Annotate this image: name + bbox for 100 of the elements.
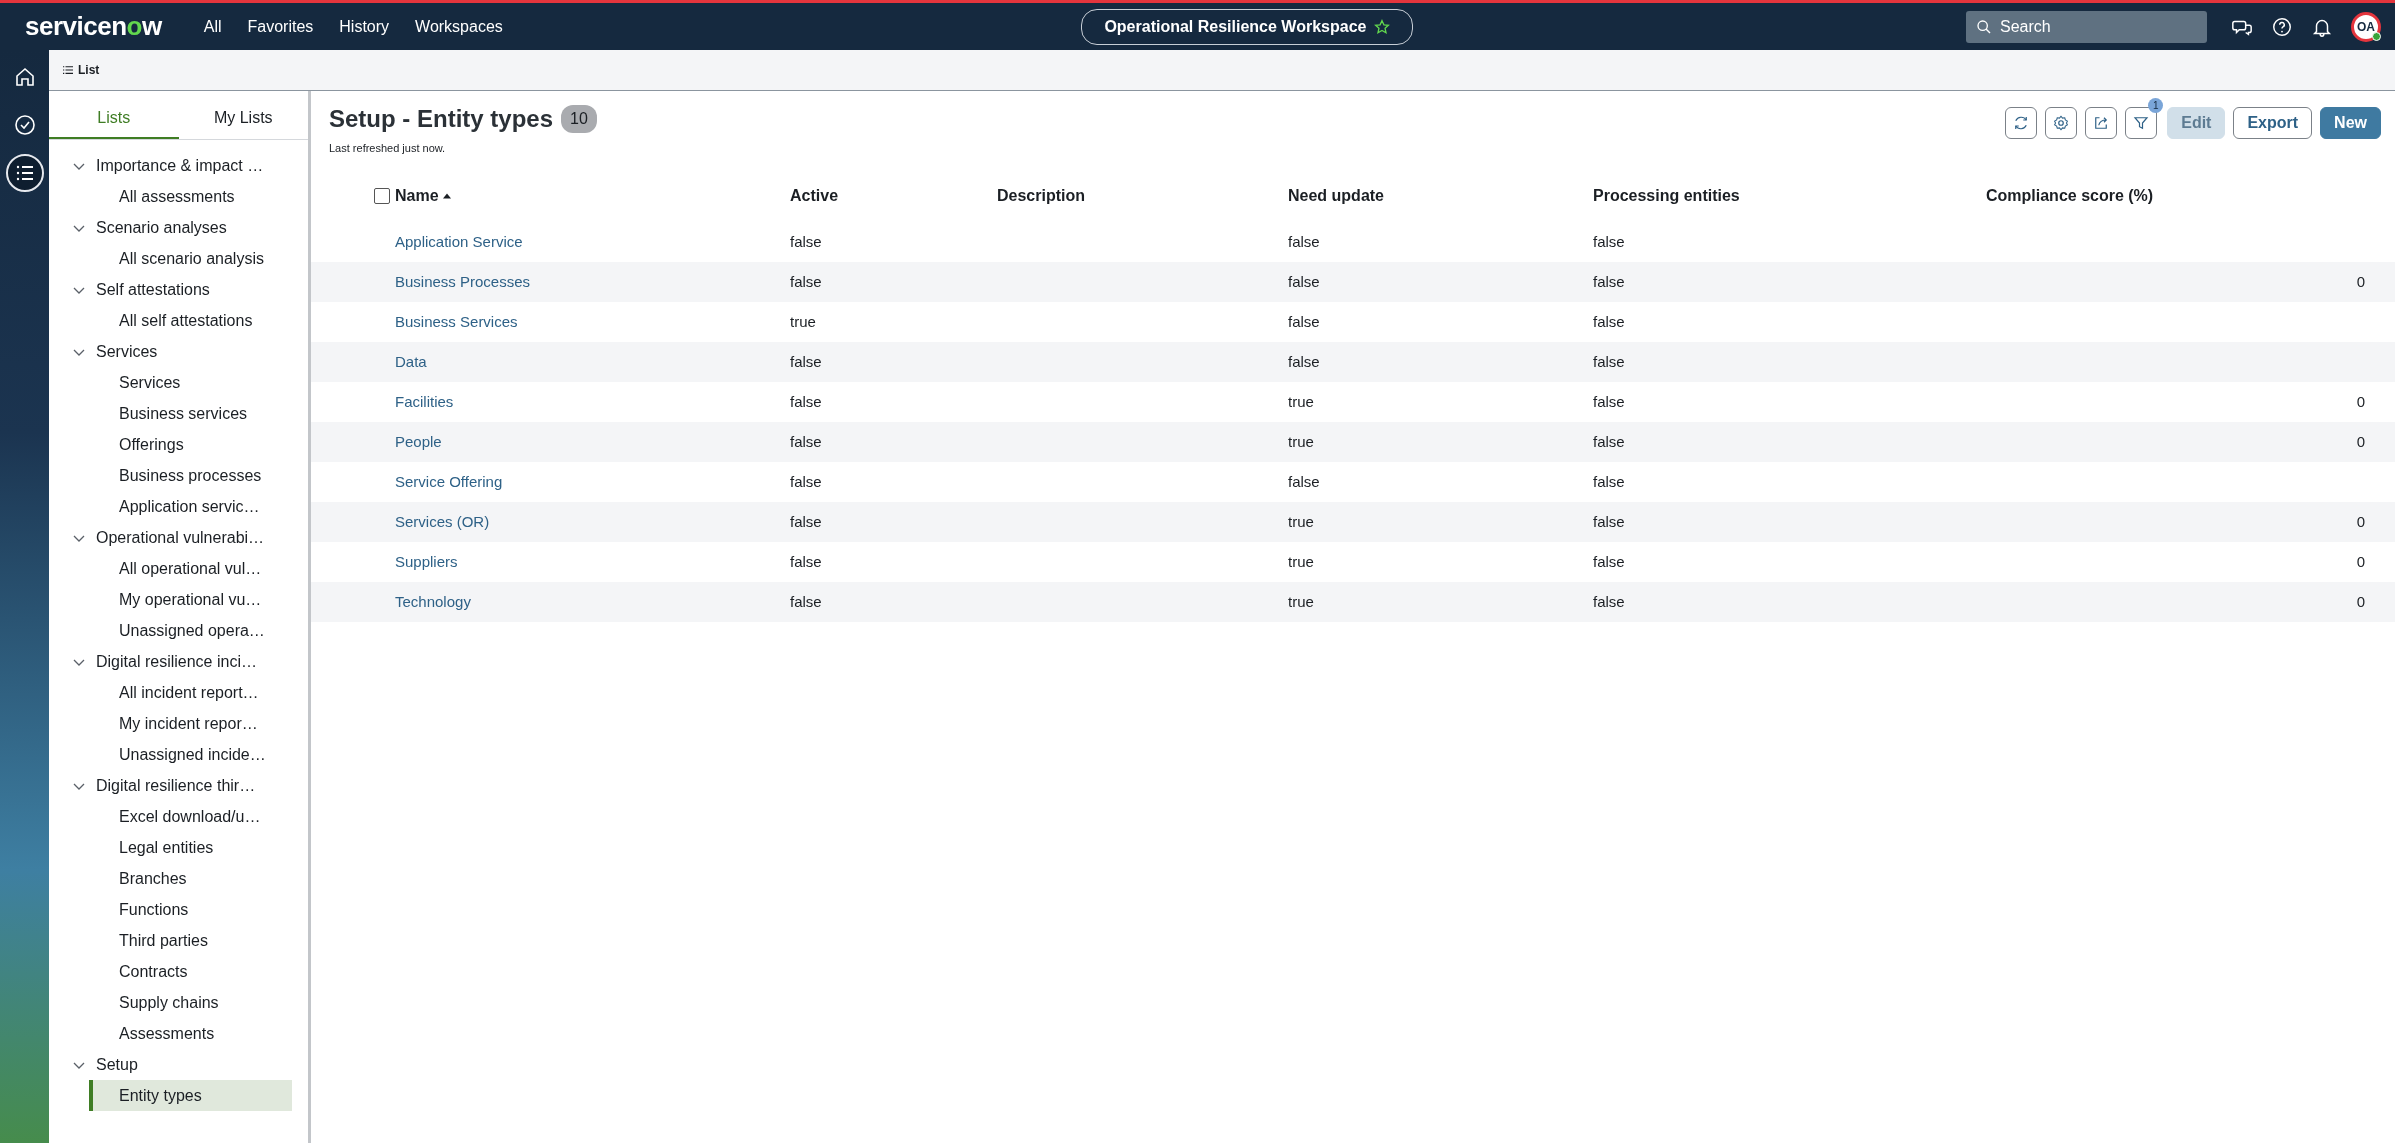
table-cell: false xyxy=(1593,273,1625,291)
tree-item[interactable]: Excel download/u… xyxy=(89,801,292,832)
column-header[interactable]: Processing entities xyxy=(1593,184,1740,209)
table-cell: true xyxy=(1288,393,1314,411)
tree-item[interactable]: Assessments xyxy=(89,1018,292,1049)
table-cell: false xyxy=(1593,513,1625,531)
record-link[interactable]: Data xyxy=(395,353,427,371)
tree-item[interactable]: Third parties xyxy=(89,925,292,956)
tree-item[interactable]: Business services xyxy=(89,398,292,429)
refresh-button[interactable] xyxy=(2005,107,2038,139)
tree-group[interactable]: Self attestations xyxy=(49,274,210,305)
toolbar-button[interactable]: Export xyxy=(2233,107,2313,139)
rail-button[interactable] xyxy=(5,154,44,192)
tree-item[interactable]: Services xyxy=(89,367,292,398)
select-all-checkbox[interactable] xyxy=(374,188,390,205)
column-header[interactable]: Name xyxy=(395,184,451,209)
record-link[interactable]: Suppliers xyxy=(395,553,458,571)
column-header[interactable]: Active xyxy=(790,184,839,209)
record-link[interactable]: Application Service xyxy=(395,233,523,251)
table-cell: false xyxy=(790,433,822,451)
column-header[interactable]: Compliance score (%) xyxy=(1986,184,2154,209)
table-cell: false xyxy=(1288,353,1320,371)
sidebar-tab[interactable]: My Lists xyxy=(178,91,308,139)
tree-item[interactable]: Branches xyxy=(89,863,292,894)
sidebar-tab[interactable]: Lists xyxy=(49,91,179,139)
table-cell: 0 xyxy=(2356,593,2365,611)
logo[interactable]: servicenow xyxy=(25,7,162,46)
search-field[interactable]: Search xyxy=(1966,10,2207,43)
menu-item[interactable]: All xyxy=(203,14,222,39)
tree-item[interactable]: Functions xyxy=(89,894,292,925)
tree-item[interactable]: Unassigned opera… xyxy=(89,615,292,646)
tree-group[interactable]: Digital resilience thir… xyxy=(49,770,256,801)
record-link[interactable]: People xyxy=(395,433,442,451)
menu-icon[interactable] xyxy=(63,65,73,75)
table-cell: 0 xyxy=(2356,513,2365,531)
record-link[interactable]: Service Offering xyxy=(395,473,503,491)
tree-item[interactable]: Business processes xyxy=(89,460,292,491)
table-cell: false xyxy=(790,513,822,531)
tree-item[interactable]: My incident repor… xyxy=(89,708,292,739)
column-header[interactable]: Need update xyxy=(1288,184,1384,209)
star-icon[interactable] xyxy=(1374,18,1391,35)
filter-button[interactable] xyxy=(2125,107,2158,139)
table-cell: 0 xyxy=(2356,433,2365,451)
filter-icon xyxy=(2132,114,2151,132)
tree-group[interactable]: Setup xyxy=(49,1049,138,1080)
tree-item[interactable]: My operational vu… xyxy=(89,584,292,615)
tree-item[interactable]: All self attestations xyxy=(89,305,292,336)
table-cell: false xyxy=(790,233,822,251)
tree-group[interactable]: Scenario analyses xyxy=(49,212,227,243)
menu-item[interactable]: History xyxy=(339,14,390,39)
tree-group[interactable]: Digital resilience inci… xyxy=(49,646,257,677)
page-label: List xyxy=(78,62,100,79)
table-cell: false xyxy=(1593,553,1625,571)
share-button[interactable] xyxy=(2085,107,2118,139)
filter-count-badge: 1 xyxy=(2148,98,2164,113)
column-header[interactable]: Description xyxy=(997,184,1085,209)
search-icon xyxy=(1976,18,1992,35)
count-badge: 10 xyxy=(561,105,597,134)
table-cell: false xyxy=(1593,593,1625,611)
settings-button[interactable] xyxy=(2045,107,2078,139)
table-cell: false xyxy=(790,593,822,611)
menu-item[interactable]: Workspaces xyxy=(415,14,503,39)
workspace-selector[interactable]: Operational Resilience Workspace xyxy=(1081,8,1414,45)
table-cell: true xyxy=(1288,513,1314,531)
table-cell: false xyxy=(1288,233,1320,251)
tree-item[interactable]: All scenario analysis xyxy=(89,243,292,274)
tree-item[interactable]: Offerings xyxy=(89,429,292,460)
record-link[interactable]: Technology xyxy=(395,593,471,611)
tree-group[interactable]: Importance & impact … xyxy=(49,150,264,181)
tree-item[interactable]: Legal entities xyxy=(89,832,292,863)
tree-item[interactable]: Entity types xyxy=(89,1080,292,1111)
table-cell: false xyxy=(1593,393,1625,411)
user-avatar[interactable]: OA xyxy=(2351,11,2381,42)
tree-item[interactable]: All incident report… xyxy=(89,677,292,708)
tree-group[interactable]: Operational vulnerabi… xyxy=(49,522,265,553)
tree-item[interactable]: Application servic… xyxy=(89,491,292,522)
tree-item[interactable]: Supply chains xyxy=(89,987,292,1018)
record-link[interactable]: Services (OR) xyxy=(395,513,490,531)
toolbar-button[interactable]: New xyxy=(2320,107,2381,139)
record-link[interactable]: Business Processes xyxy=(395,273,531,291)
table-cell: false xyxy=(790,473,822,491)
table-cell: false xyxy=(1593,473,1625,491)
table-cell: false xyxy=(790,353,822,371)
tree-group[interactable]: Services xyxy=(49,336,158,367)
table-cell: 0 xyxy=(2356,393,2365,411)
record-link[interactable]: Facilities xyxy=(395,393,454,411)
record-link[interactable]: Business Services xyxy=(395,313,518,331)
tree-item[interactable]: Unassigned incide… xyxy=(89,739,292,770)
refresh-status: Last refreshed just now. xyxy=(329,140,447,156)
sort-ascending-icon[interactable] xyxy=(442,192,451,201)
tree-item[interactable]: All assessments xyxy=(89,181,292,212)
menu-item[interactable]: Favorites xyxy=(247,14,314,39)
help-icon[interactable] xyxy=(2271,15,2293,38)
table-cell: 0 xyxy=(2356,553,2365,571)
table-cell: 0 xyxy=(2356,273,2365,291)
table-cell: false xyxy=(1288,473,1320,491)
tree-item[interactable]: All operational vul… xyxy=(89,553,292,584)
tree-item[interactable]: Contracts xyxy=(89,956,292,987)
table-cell: false xyxy=(1288,273,1320,291)
table-cell: false xyxy=(790,553,822,571)
